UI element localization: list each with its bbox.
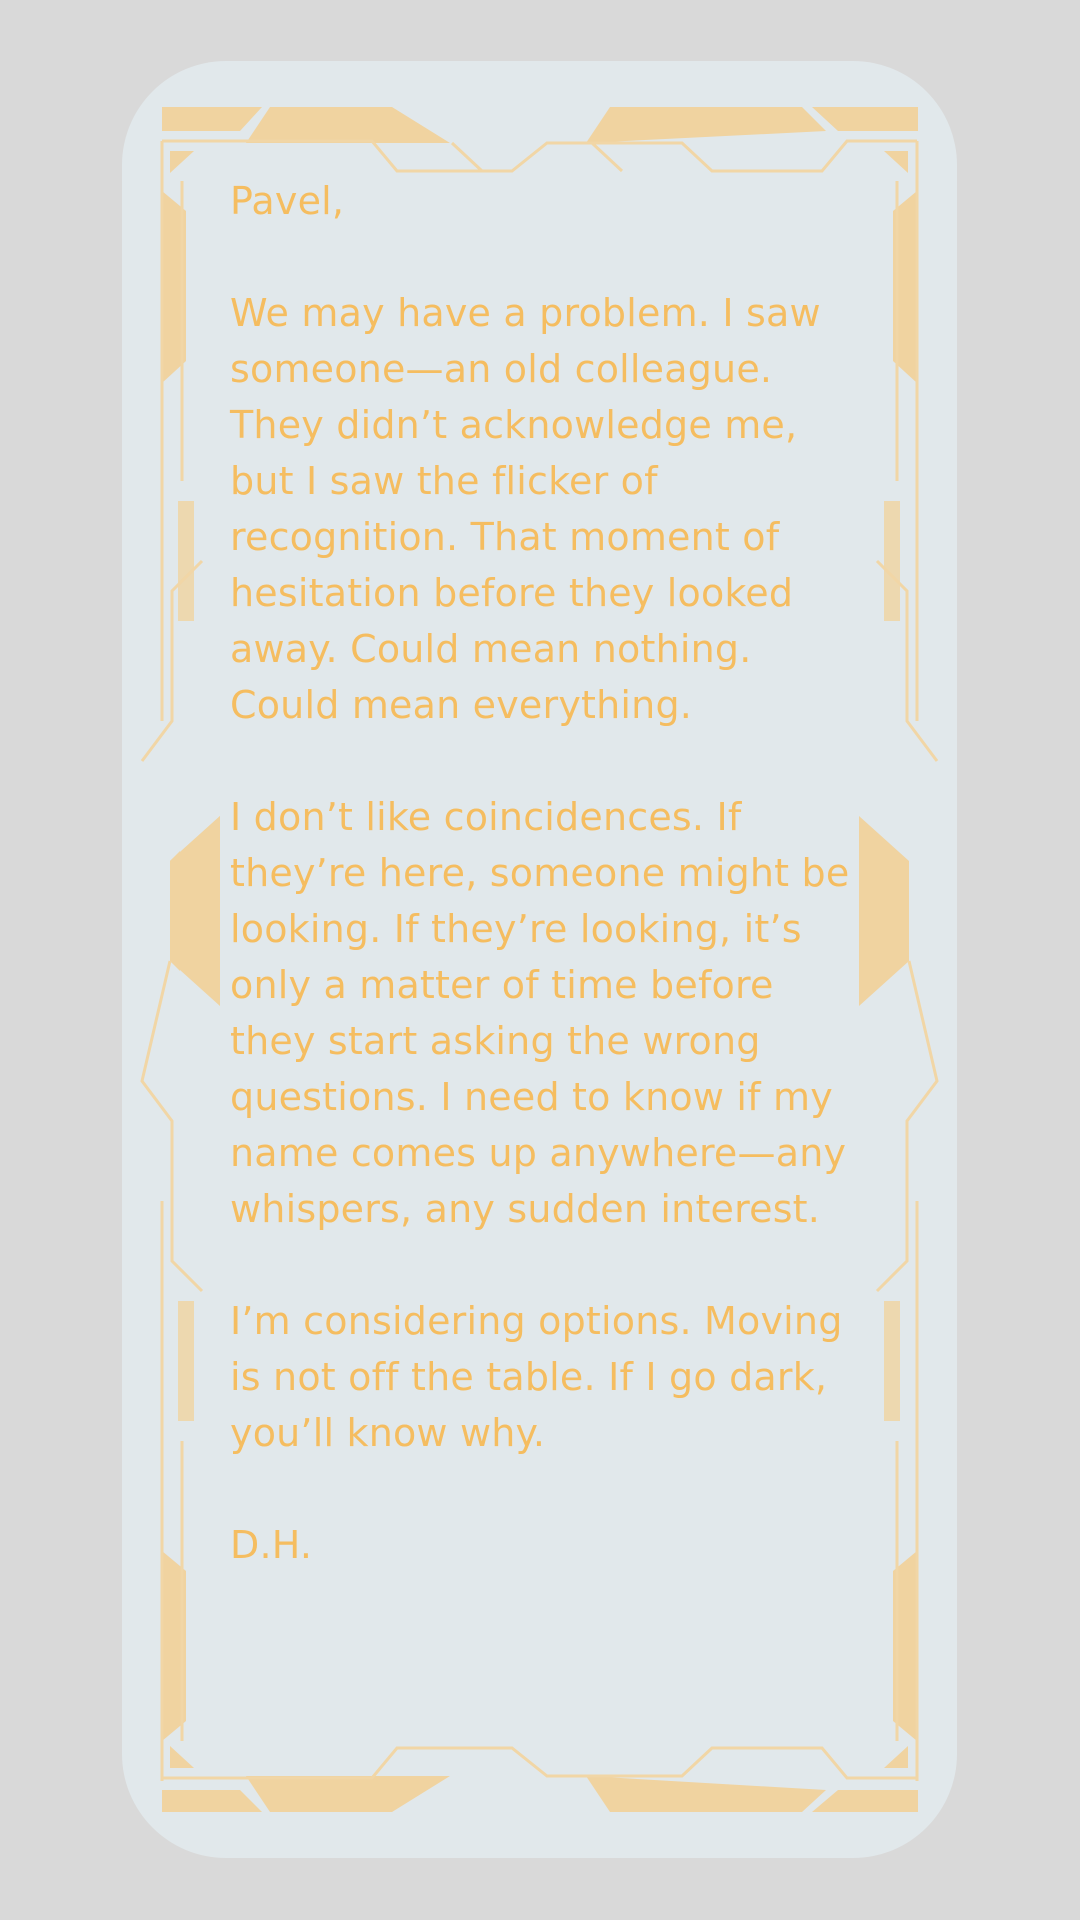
letter-card: Pavel, We may have a problem. I saw some… — [122, 61, 957, 1858]
letter-body: Pavel, We may have a problem. I saw some… — [230, 173, 860, 1573]
letter-salutation: Pavel, — [230, 179, 345, 223]
letter-paragraph-2: I don’t like coincidences. If they’re he… — [230, 795, 850, 1231]
letter-paragraph-1: We may have a problem. I saw someone—an … — [230, 291, 821, 727]
letter-signature: D.H. — [230, 1523, 313, 1567]
letter-paragraph-3: I’m considering options. Moving is not o… — [230, 1299, 843, 1455]
